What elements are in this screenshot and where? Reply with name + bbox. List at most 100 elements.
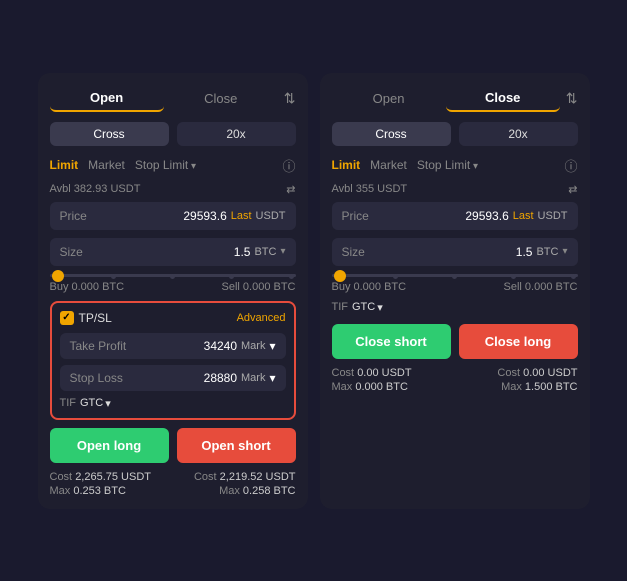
slider-dot-5	[289, 274, 294, 279]
size-field-left[interactable]: Size 1.5 BTC ▾	[50, 238, 296, 266]
slider-track-left	[50, 274, 296, 277]
size-value-right: 1.5 BTC ▾	[516, 245, 568, 259]
tif-dropdown-right[interactable]: ▾	[377, 301, 383, 314]
max-close-long-label: Max 1.500 BTC	[497, 381, 577, 393]
tif-dropdown-inner[interactable]: ▾	[105, 397, 111, 410]
slider-row-left[interactable]	[50, 274, 296, 277]
cost-close-long-label: Cost 0.00 USDT	[497, 367, 577, 379]
slider-dot-2	[111, 274, 116, 279]
close-short-button[interactable]: Close short	[332, 324, 451, 359]
buy-label-left: Buy 0.000 BTC	[50, 281, 125, 293]
size-dropdown-right[interactable]: ▾	[562, 246, 567, 257]
buy-label-right: Buy 0.000 BTC	[332, 281, 407, 293]
stop-loss-field[interactable]: Stop Loss 28880 Mark ▾	[60, 365, 286, 391]
tab-close-right[interactable]: Close	[446, 85, 560, 112]
advanced-label[interactable]: Advanced	[237, 312, 286, 324]
take-profit-dropdown[interactable]: ▾	[269, 339, 275, 353]
price-field-left[interactable]: Price 29593.6 Last USDT	[50, 202, 296, 230]
slider-dot-4	[229, 274, 234, 279]
leverage-row-left: Cross 20x	[50, 122, 296, 146]
cost-item-close-short: Cost 0.00 USDT Max 0.000 BTC	[332, 367, 412, 393]
slider-dots-right	[332, 274, 578, 279]
cost-item-close-long: Cost 0.00 USDT Max 1.500 BTC	[497, 367, 577, 393]
order-type-row-left: Limit Market Stop Limit ⓘ	[50, 156, 296, 175]
left-panel: Open Close ⇅ Cross 20x Limit Market Stop…	[38, 73, 308, 509]
avbl-row-left: Avbl 382.93 USDT ⇄	[50, 183, 296, 196]
tpsl-checkbox-label[interactable]: ✓ TP/SL	[60, 311, 112, 325]
tpsl-label: TP/SL	[79, 311, 112, 325]
size-value-left: 1.5 BTC ▾	[234, 245, 286, 259]
slider-dot-r2	[393, 274, 398, 279]
tab-open-right[interactable]: Open	[332, 86, 446, 111]
tpsl-header: ✓ TP/SL Advanced	[60, 311, 286, 325]
tpsl-checkbox[interactable]: ✓	[60, 311, 74, 325]
close-long-button[interactable]: Close long	[459, 324, 578, 359]
max-long-label: Max 0.253 BTC	[50, 485, 152, 497]
order-stop-limit-right[interactable]: Stop Limit	[417, 158, 478, 172]
tif-value-right[interactable]: GTC ▾	[352, 301, 383, 314]
slider-track-right	[332, 274, 578, 277]
leverage-button-right[interactable]: 20x	[459, 122, 578, 146]
tif-label-right: TIF	[332, 301, 349, 313]
open-short-button[interactable]: Open short	[177, 428, 296, 463]
avbl-row-right: Avbl 355 USDT ⇄	[332, 183, 578, 196]
cross-button-right[interactable]: Cross	[332, 122, 451, 146]
transfer-icon-left[interactable]: ⇄	[286, 183, 295, 196]
max-close-short-label: Max 0.000 BTC	[332, 381, 412, 393]
cost-item-short: Cost 2,219.52 USDT Max 0.258 BTC	[194, 471, 296, 497]
order-type-row-right: Limit Market Stop Limit ⓘ	[332, 156, 578, 175]
take-profit-mark: Mark	[241, 340, 265, 352]
order-market-left[interactable]: Market	[88, 158, 125, 172]
cost-short-label: Cost 2,219.52 USDT	[194, 471, 296, 483]
size-dropdown-left[interactable]: ▾	[280, 246, 285, 257]
size-field-right[interactable]: Size 1.5 BTC ▾	[332, 238, 578, 266]
avbl-label-left: Avbl 382.93 USDT	[50, 183, 141, 196]
order-stop-limit-left[interactable]: Stop Limit	[135, 158, 196, 172]
cost-close-short-label: Cost 0.00 USDT	[332, 367, 412, 379]
open-long-button[interactable]: Open long	[50, 428, 169, 463]
order-limit-right[interactable]: Limit	[332, 158, 361, 172]
sell-label-right: Sell 0.000 BTC	[504, 281, 578, 293]
cross-button-left[interactable]: Cross	[50, 122, 169, 146]
tab-open-left[interactable]: Open	[50, 85, 164, 112]
slider-row-right[interactable]	[332, 274, 578, 277]
leverage-button-left[interactable]: 20x	[177, 122, 296, 146]
slider-thumb-right[interactable]	[334, 270, 346, 282]
stop-loss-mark: Mark	[241, 372, 265, 384]
tab-close-left[interactable]: Close	[164, 86, 278, 111]
sort-icon-left[interactable]: ⇅	[284, 90, 296, 107]
slider-thumb-left[interactable]	[52, 270, 64, 282]
left-tab-row: Open Close ⇅	[50, 85, 296, 112]
order-market-right[interactable]: Market	[370, 158, 407, 172]
info-icon-right[interactable]: ⓘ	[564, 156, 577, 175]
tif-label-inner: TIF	[60, 397, 77, 409]
buy-sell-row-right: Buy 0.000 BTC Sell 0.000 BTC	[332, 281, 578, 293]
take-profit-field[interactable]: Take Profit 34240 Mark ▾	[60, 333, 286, 359]
tif-row-left-inner: TIF GTC ▾	[60, 397, 286, 410]
size-label-left: Size	[60, 245, 100, 259]
slider-dot-r3	[452, 274, 457, 279]
price-value-right: 29593.6 Last USDT	[465, 209, 567, 223]
stop-loss-value: 28880 Mark ▾	[204, 371, 276, 385]
price-field-right[interactable]: Price 29593.6 Last USDT	[332, 202, 578, 230]
slider-dot-r4	[511, 274, 516, 279]
order-limit-left[interactable]: Limit	[50, 158, 79, 172]
slider-dot-r5	[571, 274, 576, 279]
action-btns-left: Open long Open short	[50, 428, 296, 463]
cost-row-left: Cost 2,265.75 USDT Max 0.253 BTC Cost 2,…	[50, 471, 296, 497]
leverage-row-right: Cross 20x	[332, 122, 578, 146]
info-icon-left[interactable]: ⓘ	[282, 156, 295, 175]
sort-icon-right[interactable]: ⇅	[566, 90, 578, 107]
max-short-label: Max 0.258 BTC	[194, 485, 296, 497]
stop-loss-dropdown[interactable]: ▾	[269, 371, 275, 385]
tif-value-inner[interactable]: GTC ▾	[80, 397, 111, 410]
slider-dots-left	[50, 274, 296, 279]
price-value-left: 29593.6 Last USDT	[183, 209, 285, 223]
tif-row-right: TIF GTC ▾	[332, 301, 578, 314]
transfer-icon-right[interactable]: ⇄	[568, 183, 577, 196]
take-profit-value: 34240 Mark ▾	[204, 339, 276, 353]
take-profit-label: Take Profit	[70, 339, 140, 353]
last-tag-right: Last	[513, 210, 534, 222]
right-tab-row: Open Close ⇅	[332, 85, 578, 112]
right-panel: Open Close ⇅ Cross 20x Limit Market Stop…	[320, 73, 590, 509]
